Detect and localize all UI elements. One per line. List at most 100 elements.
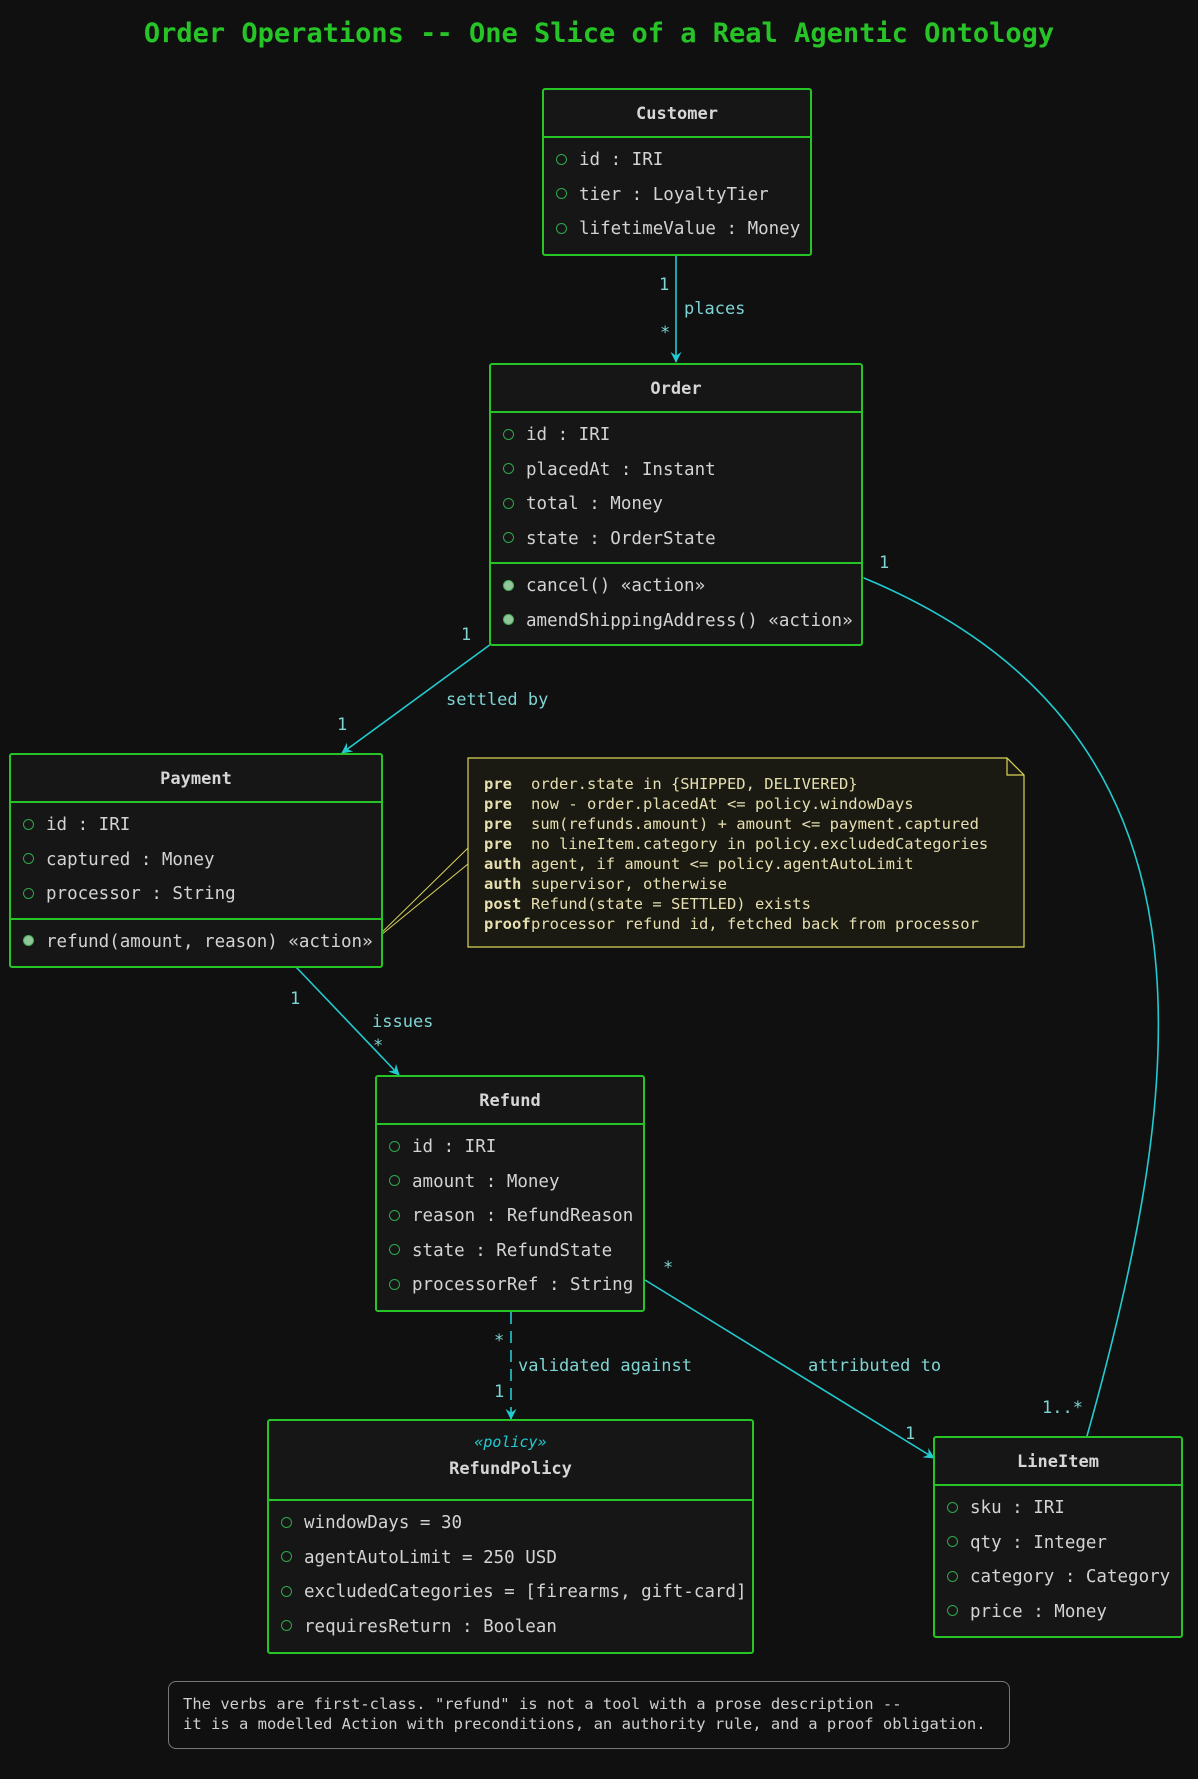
public-visibility-icon xyxy=(503,532,514,543)
class-order-operations: cancel() «action» amendShippingAddress()… xyxy=(491,562,861,644)
public-visibility-icon xyxy=(281,1551,292,1562)
attribute-row: id : IRI xyxy=(544,143,810,178)
public-visibility-icon xyxy=(389,1140,400,1152)
note-keyword: pre xyxy=(484,835,512,853)
class-payment: Payment id : IRI captured : Money proces… xyxy=(9,753,383,968)
class-customer-name: Customer xyxy=(544,90,810,138)
multiplicity-label: * xyxy=(663,1258,674,1278)
attribute-row: id : IRI xyxy=(11,808,381,843)
caption-box: The verbs are first-class. "refund" is n… xyxy=(168,1681,1010,1749)
note-line: auth supervisor, otherwise xyxy=(484,875,727,893)
attribute-row: id : IRI xyxy=(377,1130,643,1165)
class-refund-policy-header: «policy» RefundPolicy xyxy=(269,1421,752,1501)
stereotype-label: «policy» xyxy=(474,1433,547,1451)
public-visibility-icon xyxy=(503,497,514,509)
operation-icon xyxy=(503,579,514,591)
public-visibility-icon xyxy=(947,1605,958,1616)
edge-label-validated-against: validated against xyxy=(518,1356,692,1376)
class-order-name: Order xyxy=(491,365,861,413)
note-keyword: pre xyxy=(484,775,512,793)
note-line: auth agent, if amount <= policy.agentAuto… xyxy=(484,855,914,873)
caption-line: The verbs are first-class. "refund" is n… xyxy=(183,1695,902,1713)
class-refund-policy: «policy» RefundPolicy windowDays = 30 ag… xyxy=(267,1419,754,1654)
multiplicity-label: 1 xyxy=(494,1382,505,1402)
public-visibility-icon xyxy=(23,818,34,830)
public-visibility-icon xyxy=(281,1620,292,1631)
attribute-row: state : RefundState xyxy=(377,1234,643,1269)
class-payment-name: Payment xyxy=(11,755,381,803)
class-refund-name: Refund xyxy=(377,1077,643,1125)
public-visibility-icon xyxy=(389,1244,400,1255)
note-line: pre now - order.placedAt <= policy.window… xyxy=(484,795,914,813)
attribute-row: processor : String xyxy=(11,877,381,912)
multiplicity-label: 1 xyxy=(879,553,890,573)
class-refund: Refund id : IRI amount : Money reason : … xyxy=(375,1075,645,1312)
attribute-row: category : Category xyxy=(935,1560,1181,1595)
edge-label-settled-by: settled by xyxy=(446,690,549,710)
attribute-row: lifetimeValue : Money xyxy=(544,212,810,247)
attribute-row: placedAt : Instant xyxy=(491,453,861,488)
note-line: pre sum(refunds.amount) + amount <= payme… xyxy=(484,815,979,833)
class-payment-attributes: id : IRI captured : Money processor : St… xyxy=(11,803,381,918)
diagram-title: Order Operations -- One Slice of a Real … xyxy=(143,18,1055,49)
operation-row: cancel() «action» xyxy=(491,569,861,604)
attribute-row: total : Money xyxy=(491,487,861,522)
class-order-attributes: id : IRI placedAt : Instant total : Mone… xyxy=(491,413,861,562)
attribute-row: agentAutoLimit = 250 USD xyxy=(269,1541,752,1576)
class-line-item: LineItem sku : IRI qty : Integer categor… xyxy=(933,1436,1183,1638)
attribute-row: tier : LoyaltyTier xyxy=(544,178,810,213)
class-line-item-attributes: sku : IRI qty : Integer category : Categ… xyxy=(935,1486,1181,1635)
attribute-row: amount : Money xyxy=(377,1165,643,1200)
operation-row: refund(amount, reason) «action» xyxy=(11,925,381,960)
attribute-row: state : OrderState xyxy=(491,522,861,557)
public-visibility-icon xyxy=(23,853,34,864)
edge-label-issues: issues xyxy=(372,1012,434,1032)
class-refund-policy-attributes: windowDays = 30 agentAutoLimit = 250 USD… xyxy=(269,1501,752,1650)
edge-composition xyxy=(847,569,1160,1437)
class-payment-operations: refund(amount, reason) «action» xyxy=(11,917,381,966)
public-visibility-icon xyxy=(556,153,567,165)
attribute-row: windowDays = 30 xyxy=(269,1506,752,1541)
multiplicity-label: 1 xyxy=(905,1424,916,1444)
note-keyword: pre xyxy=(484,795,512,813)
attribute-row: requiresReturn : Boolean xyxy=(269,1610,752,1645)
class-customer-attributes: id : IRI tier : LoyaltyTier lifetimeValu… xyxy=(544,138,810,253)
attribute-row: price : Money xyxy=(935,1595,1181,1630)
multiplicity-label: * xyxy=(373,1036,384,1056)
public-visibility-icon xyxy=(23,887,34,899)
multiplicity-label: 1..* xyxy=(1042,1398,1083,1418)
note-line: pre no lineItem.category in policy.exclud… xyxy=(484,835,989,853)
class-line-item-name: LineItem xyxy=(935,1438,1181,1486)
class-refund-attributes: id : IRI amount : Money reason : RefundR… xyxy=(377,1125,643,1309)
public-visibility-icon xyxy=(281,1516,292,1528)
multiplicity-label: 1 xyxy=(290,989,301,1009)
public-visibility-icon xyxy=(503,428,514,440)
constraint-note: pre order.state in {SHIPPED, DELIVERED} p… xyxy=(468,758,1024,947)
public-visibility-icon xyxy=(281,1585,292,1597)
public-visibility-icon xyxy=(556,188,567,199)
operation-icon xyxy=(23,935,34,946)
class-order: Order id : IRI placedAt : Instant total … xyxy=(489,363,863,646)
edge-label-places: places xyxy=(684,299,746,319)
multiplicity-label: * xyxy=(660,323,671,343)
operation-icon xyxy=(503,614,514,625)
multiplicity-label: 1 xyxy=(659,275,670,295)
attribute-row: sku : IRI xyxy=(935,1491,1181,1526)
multiplicity-label: * xyxy=(494,1331,505,1351)
attribute-row: captured : Money xyxy=(11,843,381,878)
note-line: post Refund(state = SETTLED) exists xyxy=(484,895,811,913)
note-keyword: auth xyxy=(484,875,522,893)
edge-label-attributed-to: attributed to xyxy=(808,1356,942,1376)
public-visibility-icon xyxy=(947,1536,958,1547)
note-keyword: auth xyxy=(484,855,522,873)
public-visibility-icon xyxy=(947,1570,958,1582)
note-keyword: post xyxy=(484,895,522,913)
note-keyword: proof xyxy=(484,915,531,933)
attribute-row: processorRef : String xyxy=(377,1268,643,1303)
caption-line: it is a modelled Action with preconditio… xyxy=(183,1715,986,1733)
public-visibility-icon xyxy=(947,1501,958,1513)
attribute-row: reason : RefundReason xyxy=(377,1199,643,1234)
class-customer: Customer id : IRI tier : LoyaltyTier lif… xyxy=(542,88,812,256)
multiplicity-label: 1 xyxy=(461,625,472,645)
public-visibility-icon xyxy=(389,1175,400,1186)
